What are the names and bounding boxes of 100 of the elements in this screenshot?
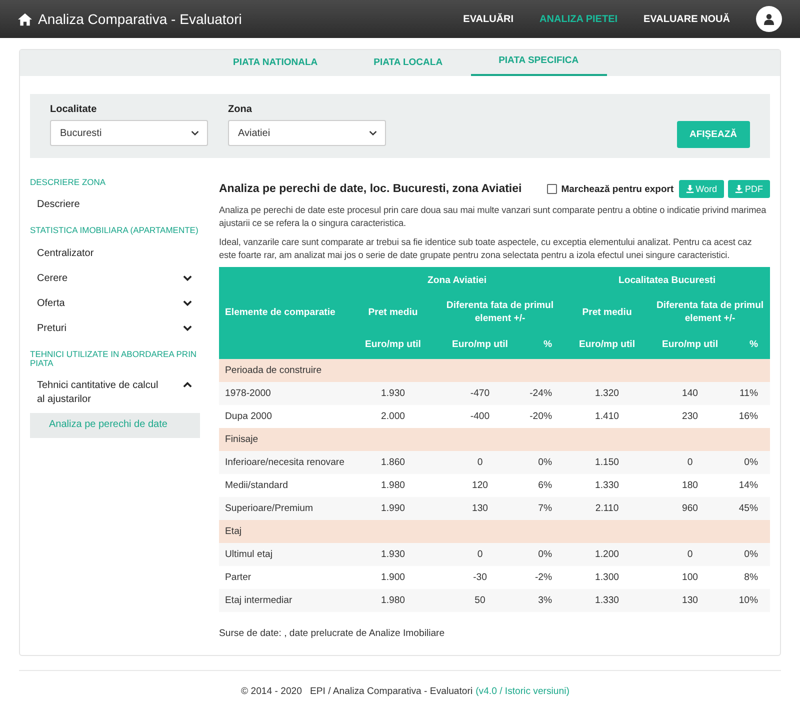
dropdown-field[interactable]: Aviatiei xyxy=(228,120,386,146)
user-avatar-icon[interactable] xyxy=(756,6,782,32)
unit-header: Euro/mp util xyxy=(650,331,730,360)
dropdown-field[interactable]: Bucuresti xyxy=(50,120,208,146)
table-cell: 1.930 xyxy=(350,543,436,566)
download-icon xyxy=(686,185,694,193)
table-cell: 1978-2000 xyxy=(219,382,350,406)
table-cell: Inferioare/necesita renovare xyxy=(219,451,350,474)
table-cell: 0 xyxy=(436,543,524,566)
unit-header: % xyxy=(730,331,770,360)
table-cell: 11% xyxy=(730,382,770,406)
dropdown-chevron-icon xyxy=(191,130,199,136)
chevron-down-icon xyxy=(183,300,192,306)
table-cell: 1.330 xyxy=(564,589,650,612)
column-group-header: Localitatea Bucuresti xyxy=(564,267,770,296)
sidebar-item[interactable]: Centralizator xyxy=(30,242,200,267)
table-cell: 130 xyxy=(436,497,524,520)
table-cell: 1.990 xyxy=(350,497,436,520)
sidebar-item[interactable]: Preturi xyxy=(30,316,200,342)
sidebar-item[interactable]: Tehnici cantitative de calcul al ajustarilor xyxy=(30,374,200,414)
table-cell: 0% xyxy=(524,543,564,566)
table-cell: Superioare/Premium xyxy=(219,497,350,520)
section-row: Finisaje xyxy=(219,428,770,452)
table-cell: 120 xyxy=(436,474,524,498)
nav-link[interactable]: EVALUARE NOUĂ xyxy=(644,14,730,24)
table-cell: 1.860 xyxy=(350,451,436,474)
nav-link[interactable]: ANALIZA PIETEI xyxy=(540,14,618,24)
table-cell: 8% xyxy=(730,566,770,590)
chevron-up-icon xyxy=(183,382,192,388)
table-cell: Etaj intermediar xyxy=(219,589,350,612)
table-cell: 1.410 xyxy=(564,405,650,428)
table-cell: 0% xyxy=(524,451,564,474)
table-cell: 7% xyxy=(524,497,564,520)
table-cell: 960 xyxy=(650,497,730,520)
section-row: Etaj xyxy=(219,520,770,544)
table-cell: 1.150 xyxy=(564,451,650,474)
table-cell: -20% xyxy=(524,405,564,428)
table-cell: 1.320 xyxy=(564,382,650,406)
sidebar-item[interactable]: Descriere xyxy=(30,193,200,218)
unit-header: % xyxy=(524,331,564,360)
sidebar-heading: DESCRIERE ZONA xyxy=(30,176,107,189)
table-cell: Dupa 2000 xyxy=(219,405,350,428)
table-cell: -24% xyxy=(524,382,564,406)
column-header: Elemente de comparatie xyxy=(219,267,350,360)
chevron-down-icon xyxy=(183,324,192,331)
table-cell: Parter xyxy=(219,566,350,590)
table-cell: 3% xyxy=(524,589,564,612)
nav-link[interactable]: EVALUĂRI xyxy=(463,14,514,24)
table-cell: 0 xyxy=(436,451,524,474)
sidebar-item[interactable]: Cerere xyxy=(30,266,200,292)
table-cell: 0 xyxy=(650,543,730,566)
table-cell: 16% xyxy=(730,405,770,428)
export-checkbox[interactable] xyxy=(547,184,558,194)
section-row: Perioada de construire xyxy=(219,359,770,382)
section-title: Analiza pe perechi de date, loc. Bucuresti, zona Aviatiei xyxy=(219,183,522,195)
sidebar-item[interactable]: Oferta xyxy=(30,292,200,317)
dropdown-chevron-icon xyxy=(369,130,377,136)
sidebar-heading: STATISTICA IMOBILIARA (APARTAMENTE) xyxy=(30,224,200,238)
checkbox-label: Marchează pentru export xyxy=(561,184,674,194)
table-cell: 100 xyxy=(650,566,730,590)
table-cell: 0% xyxy=(730,451,770,474)
field-label: Localitate xyxy=(50,104,98,115)
table-cell: 1.300 xyxy=(564,566,650,590)
table-cell: 1.980 xyxy=(350,589,436,612)
download-icon xyxy=(735,185,743,193)
home-icon[interactable] xyxy=(18,12,32,26)
column-header: Pret mediu xyxy=(564,295,650,332)
table-cell: 130 xyxy=(650,589,730,612)
table-cell: -470 xyxy=(436,382,524,406)
table-cell: 0 xyxy=(650,451,730,474)
table-cell: 10% xyxy=(730,589,770,612)
table-cell: 1.200 xyxy=(564,543,650,566)
table-cell: 1.930 xyxy=(350,382,436,406)
table-cell: 2.110 xyxy=(564,497,650,520)
table-cell: 14% xyxy=(730,474,770,498)
chevron-down-icon xyxy=(183,274,192,281)
app-title[interactable]: Analiza Comparativa - Evaluatori xyxy=(38,11,242,27)
table-cell: Medii/standard xyxy=(219,474,350,498)
description-paragraph: Ideal, vanzarile care sunt comparate ar trebui sa fie identice sub toate aspectele, cu exceptia elementului analizat. Pentru ca acest caz este foarte rar, am analizat mai jos o serie de date grupate pentru zona selectata pentru a izola efectul unei singure caracteristici. xyxy=(219,236,753,262)
column-header: Pret mediu xyxy=(350,295,436,332)
sidebar-heading: TEHNICI UTILIZATE IN ABORDAREA PRIN PIATA xyxy=(30,348,198,370)
table-cell: 6% xyxy=(524,474,564,498)
table-cell: Ultimul etaj xyxy=(219,543,350,566)
field-label: Zona xyxy=(228,104,253,115)
table-cell: 230 xyxy=(650,405,730,428)
table-cell: 1.900 xyxy=(350,566,436,590)
table-cell: -2% xyxy=(524,566,564,590)
table-cell: 50 xyxy=(436,589,524,612)
table-cell: 0% xyxy=(730,543,770,566)
table-cell: 140 xyxy=(650,382,730,406)
unit-header: Euro/mp util xyxy=(564,331,650,360)
unit-header: Euro/mp util xyxy=(436,331,524,360)
table-cell: 1.330 xyxy=(564,474,650,498)
column-header: Diferenta fata de primul element +/- xyxy=(436,295,564,332)
table-cell: 180 xyxy=(650,474,730,498)
table-cell: 45% xyxy=(730,497,770,520)
table-cell: -30 xyxy=(436,566,524,590)
table-cell: -400 xyxy=(436,405,524,428)
data-source-note: Surse de date: , date prelucrate de Analize Imobiliare xyxy=(219,628,446,640)
unit-header: Euro/mp util xyxy=(350,331,436,360)
